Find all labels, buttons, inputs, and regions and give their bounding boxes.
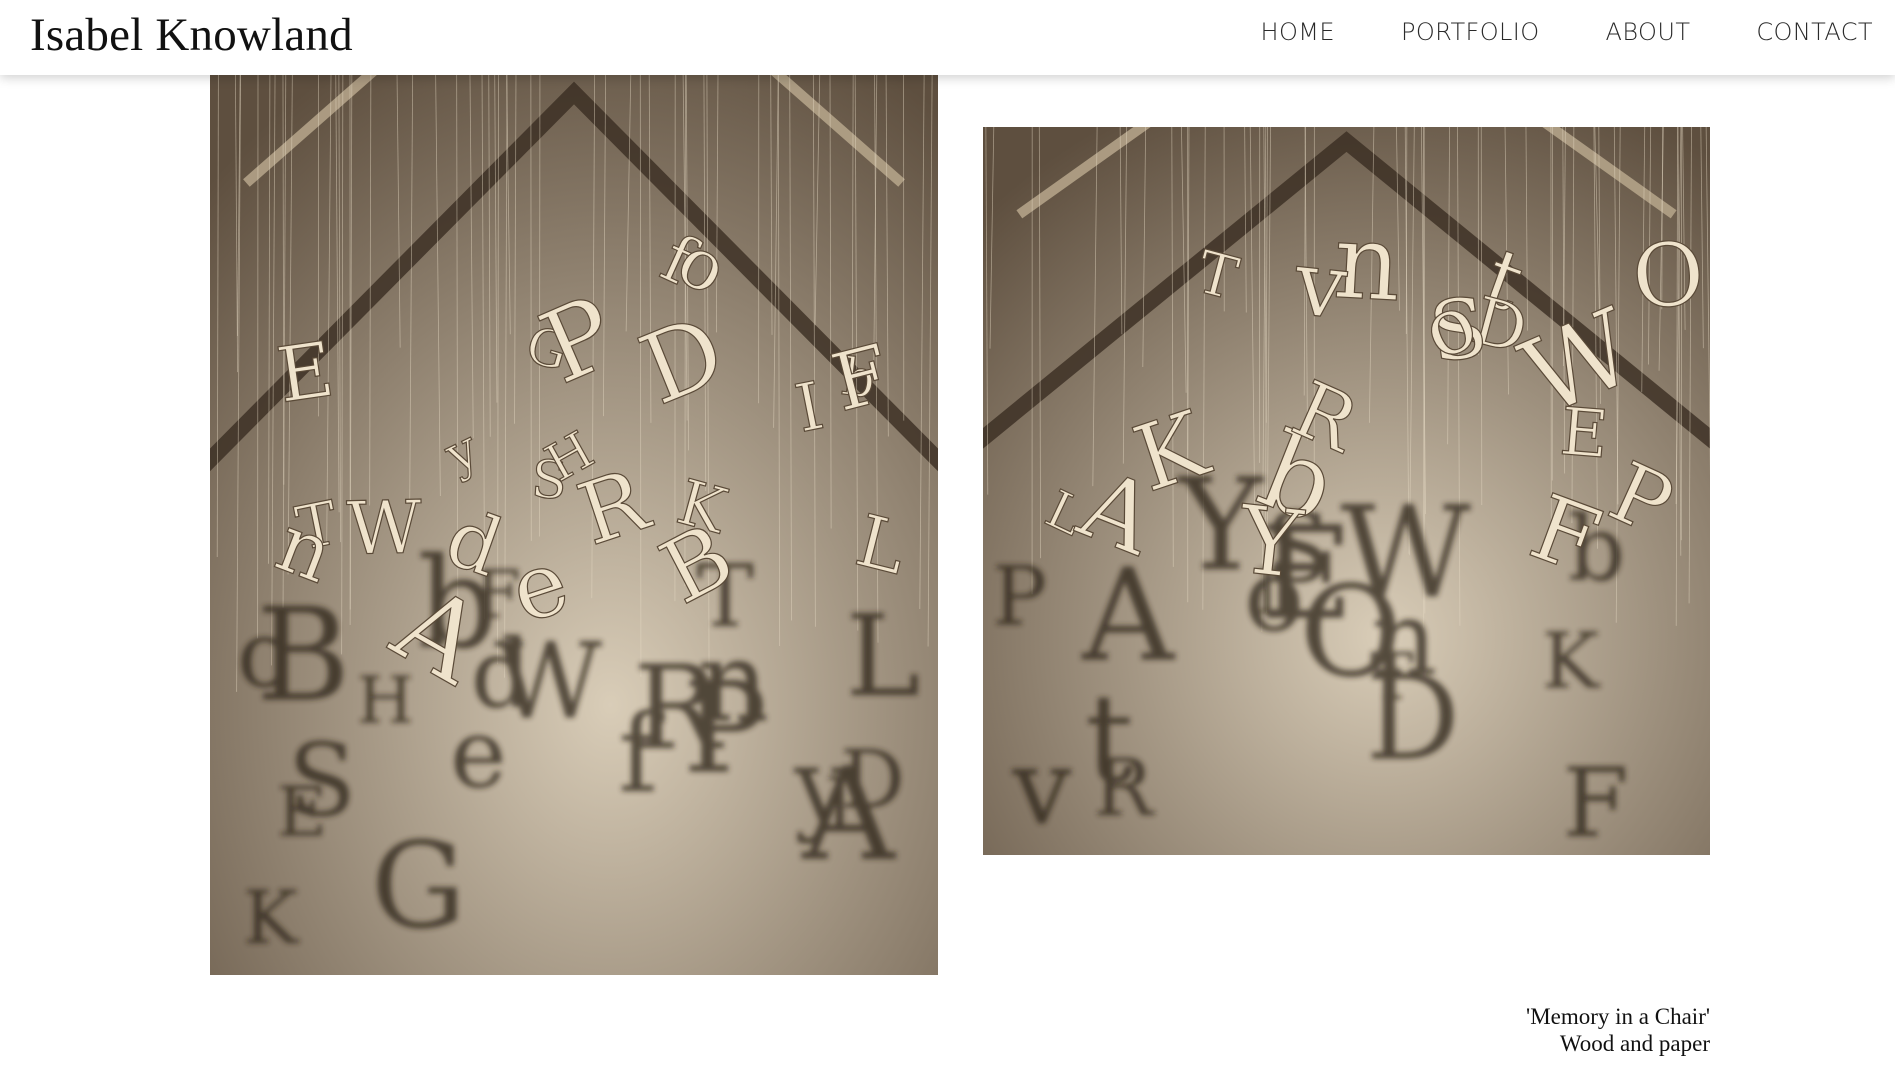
svg-text:I: I <box>825 762 855 849</box>
artwork-caption: 'Memory in a Chair' Wood and paper <box>1526 1003 1710 1057</box>
svg-text:P: P <box>992 551 1047 645</box>
svg-text:F: F <box>1563 747 1629 855</box>
svg-text:K: K <box>243 876 299 961</box>
nav-home[interactable]: HOME <box>1261 18 1335 46</box>
nav-about[interactable]: ABOUT <box>1606 18 1691 46</box>
artwork-photo-right[interactable]: KtnDWbvLEOPSATRYoFKtnDWbvLEOPSATRYoF <box>983 127 1710 855</box>
site-title[interactable]: Isabel Knowland <box>30 8 353 62</box>
svg-text:G: G <box>371 818 466 956</box>
svg-text:E: E <box>277 773 327 853</box>
svg-text:R: R <box>1094 742 1156 834</box>
svg-text:O: O <box>1628 222 1708 330</box>
nav-contact[interactable]: CONTACT <box>1756 18 1873 46</box>
svg-text:v: v <box>1011 726 1071 848</box>
svg-text:K: K <box>1542 617 1601 706</box>
svg-text:W: W <box>346 485 423 572</box>
svg-text:L: L <box>846 592 921 722</box>
artwork-title: 'Memory in a Chair' <box>1526 1004 1710 1029</box>
nav-portfolio[interactable]: PORTFOLIO <box>1401 18 1540 46</box>
svg-text:o: o <box>237 601 292 708</box>
svg-text:T: T <box>1370 640 1413 715</box>
site-header: Isabel Knowland HOME PORTFOLIO ABOUT CON… <box>0 0 1895 75</box>
artwork-image-left: LS ATK GnDbHEeW PRfB Fo dyILSAT KGnD bHEeWPRfBF… <box>210 75 938 975</box>
artwork-photo-left[interactable]: LSATKGnDbHEeWPRfBFodyILSATKGnDbHEeWPRfBF… <box>210 75 938 975</box>
artwork-medium: Wood and paper <box>1559 1031 1710 1056</box>
artwork-image-right: KtnDW bvLEOP SA TRYoFKtnDWbvLEOPSATRYoF <box>983 127 1710 855</box>
svg-text:E: E <box>1557 394 1611 474</box>
svg-text:Y: Y <box>1232 485 1308 600</box>
main-nav: HOME PORTFOLIO ABOUT CONTACT <box>1195 18 1873 46</box>
